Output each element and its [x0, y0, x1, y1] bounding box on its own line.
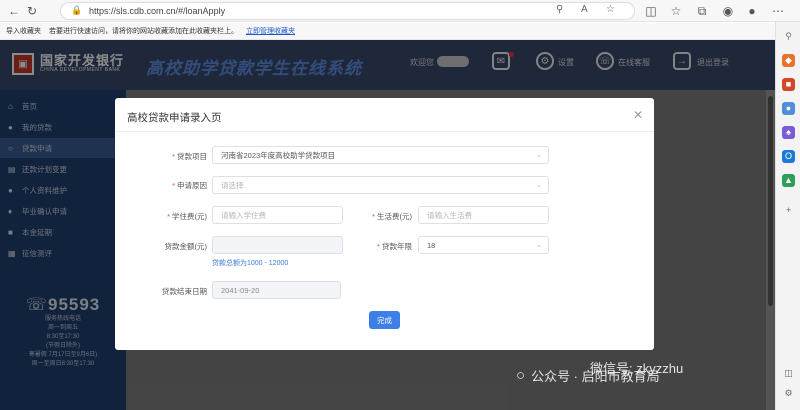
- dialog-title: 高校贷款申请录入页: [127, 112, 222, 124]
- loan-project-label: * 贷款项目: [172, 152, 207, 161]
- search-icon[interactable]: ⚲: [782, 30, 795, 43]
- bookmarks-bar: 导入收藏夹 若要进行快速访问，请将你的网站收藏添加在此收藏夹栏上。 立即管理收藏…: [0, 23, 775, 40]
- menu-icon[interactable]: ⋯: [770, 3, 786, 19]
- wechat-icon: ○: [516, 366, 526, 384]
- manage-favorites-link[interactable]: 立即管理收藏夹: [246, 26, 295, 36]
- address-bar[interactable]: 🔒 https://sls.cdb.com.cn/#/loanApply ⚲ A…: [60, 2, 635, 20]
- done-button[interactable]: 完成: [369, 311, 400, 329]
- url-text: https://sls.cdb.com.cn/#/loanApply: [89, 6, 226, 16]
- collections-icon[interactable]: ⧉: [694, 3, 710, 19]
- read-aloud-icon[interactable]: A: [581, 4, 588, 15]
- people-icon[interactable]: ●: [782, 102, 795, 115]
- browser-toolbar: ← ↻ 🔒 https://sls.cdb.com.cn/#/loanApply…: [0, 0, 800, 22]
- years-label: * 贷款年限: [377, 242, 412, 251]
- games-icon[interactable]: ♠: [782, 126, 795, 139]
- tuition-label: * 学住费(元): [167, 212, 207, 221]
- favorite-star-icon[interactable]: ☆: [606, 4, 615, 15]
- amount-hint: 贷款总额为1000 - 12000: [212, 260, 289, 267]
- tuition-input[interactable]: 请输入学住费: [212, 206, 343, 224]
- dialog-divider: [115, 131, 654, 132]
- amount-input[interactable]: [212, 236, 343, 254]
- add-icon[interactable]: +: [782, 204, 795, 217]
- briefcase-icon[interactable]: ■: [782, 78, 795, 91]
- split-screen-icon[interactable]: ◫: [643, 3, 659, 19]
- favorites-icon[interactable]: ☆: [668, 3, 684, 19]
- end-date-label: 贷款结束日期: [162, 287, 207, 296]
- amount-label: 贷款金额(元): [164, 242, 208, 251]
- chevron-down-icon: ⌄: [536, 152, 542, 159]
- refresh-icon[interactable]: ↻: [24, 3, 40, 19]
- settings-icon[interactable]: ⚙: [782, 387, 795, 400]
- reason-select[interactable]: 请选择 ⌄: [212, 176, 549, 194]
- chevron-down-icon: ⌄: [536, 182, 542, 189]
- tree-icon[interactable]: ▲: [782, 174, 795, 187]
- end-date-input[interactable]: 2041-09-20: [212, 281, 341, 299]
- living-label: * 生活费(元): [372, 212, 412, 221]
- watermark-line1: 微信号: zkyzzhu: [590, 361, 684, 376]
- import-favorites-button[interactable]: 导入收藏夹: [6, 26, 41, 36]
- key-icon[interactable]: ⚲: [556, 4, 563, 15]
- tag-icon[interactable]: ◆: [782, 54, 795, 67]
- bookmarks-message: 若要进行快速访问，请将你的网站收藏添加在此收藏夹栏上。: [49, 28, 238, 35]
- living-input[interactable]: 请输入生活费: [418, 206, 549, 224]
- panel-icon[interactable]: ◫: [782, 367, 795, 380]
- outlook-icon[interactable]: O: [782, 150, 795, 163]
- loan-project-select[interactable]: 河南省2023年度高校助学贷款项目 ⌄: [212, 146, 549, 164]
- avatar[interactable]: ●: [744, 3, 760, 19]
- lock-icon: 🔒: [71, 5, 83, 15]
- chevron-down-icon: ⌄: [536, 242, 542, 249]
- reason-label: * 申请原因: [172, 181, 207, 190]
- back-icon[interactable]: ←: [6, 3, 22, 19]
- edge-sidebar: ⚲ ◆ ■ ● ♠ O ▲ + ◫ ⚙: [775, 22, 800, 410]
- extension-icon[interactable]: ◉: [720, 3, 736, 19]
- years-select[interactable]: 18 ⌄: [418, 236, 549, 254]
- close-icon[interactable]: ✕: [633, 108, 643, 122]
